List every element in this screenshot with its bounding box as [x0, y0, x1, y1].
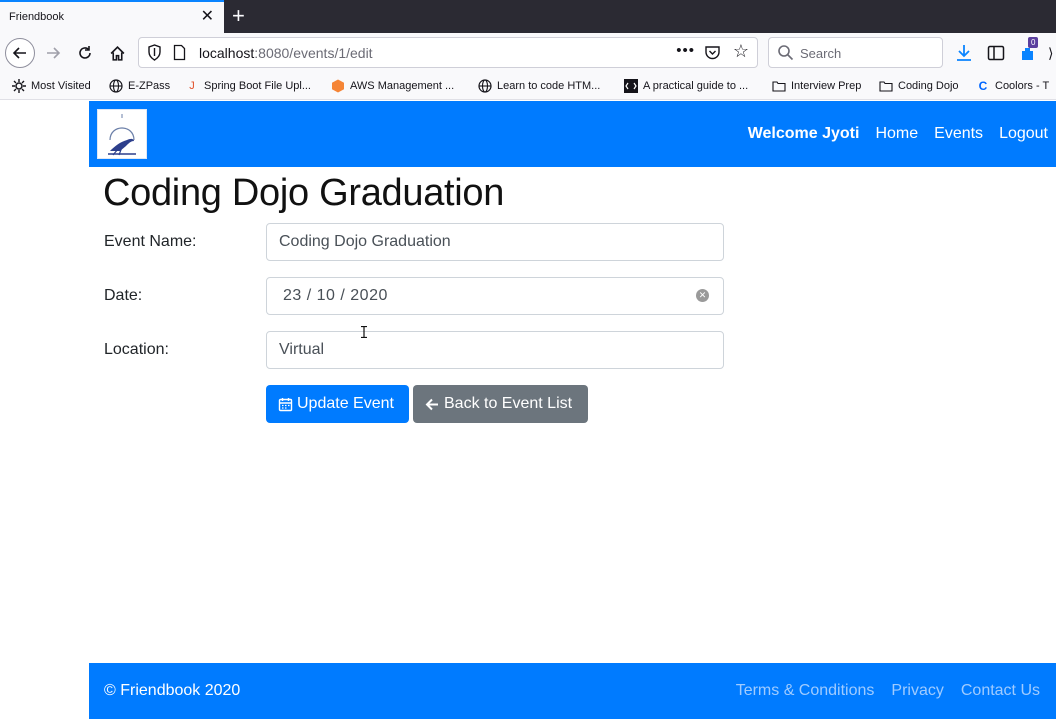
bookmark-label: E-ZPass — [128, 80, 171, 92]
tab-title: Friendbook — [9, 11, 65, 23]
home-icon — [110, 45, 124, 61]
arrow-left-icon — [12, 47, 26, 59]
folder-icon — [879, 81, 893, 92]
browser-toolbar: localhost:8080/events/1/edit ••• ☆ Searc… — [0, 33, 1056, 73]
url-text[interactable]: localhost:8080/events/1/edit — [199, 45, 373, 61]
sidebar-icon[interactable] — [986, 43, 1006, 63]
reload-icon — [79, 46, 91, 59]
bookmark-most-visited[interactable]: Most Visited — [12, 79, 91, 93]
footer-link-contact[interactable]: Contact Us — [961, 682, 1040, 700]
location-label: Location: — [104, 341, 169, 358]
folder-icon — [772, 81, 786, 92]
extension-badge: 0 — [1028, 37, 1039, 48]
back-button[interactable] — [5, 38, 35, 68]
event-name-input[interactable]: Coding Dojo Graduation — [266, 223, 724, 261]
url-host: localhost — [199, 45, 255, 61]
new-tab-icon[interactable]: + — [232, 4, 245, 28]
page-actions-icon[interactable]: ••• — [676, 42, 695, 59]
friendbook-logo[interactable] — [97, 109, 147, 159]
event-name-label: Event Name: — [104, 233, 197, 250]
footer-link-terms[interactable]: Terms & Conditions — [736, 682, 875, 700]
bookmark-ezpass[interactable]: E-ZPass — [109, 79, 170, 93]
bookmark-label: Spring Boot File Upl... — [204, 80, 311, 92]
app-nav-links: Welcome Jyoti Home Events Logout — [748, 125, 1048, 143]
date-value: 23 / 10 / 2020 — [283, 287, 388, 304]
bookmark-practical-guide[interactable]: A practical guide to ... — [624, 79, 748, 93]
bookmark-label: Most Visited — [31, 80, 91, 92]
tab-close-icon[interactable]: ✕ — [201, 8, 214, 26]
nav-link-home[interactable]: Home — [875, 125, 918, 143]
browser-tab[interactable]: Friendbook ✕ — [0, 0, 224, 33]
bookmark-label: Coolors - T — [995, 80, 1050, 92]
bookmark-coding-dojo[interactable]: Coding Dojo — [879, 79, 959, 93]
bookmark-label: Learn to code HTM... — [497, 80, 601, 92]
bookmarks-toolbar: Most Visited E-ZPass J Spring Boot File … — [0, 73, 1056, 100]
browser-tab-bar: Friendbook ✕ + — [0, 0, 1056, 33]
gear-icon — [12, 79, 26, 93]
page-icon[interactable] — [173, 44, 186, 61]
code-icon — [624, 79, 638, 93]
bookmark-label: Interview Prep — [791, 80, 862, 92]
welcome-text: Welcome Jyoti — [747, 125, 860, 142]
url-path: :8080/events/1/edit — [254, 45, 373, 61]
search-placeholder: Search — [800, 46, 842, 61]
location-input[interactable]: Virtual — [266, 331, 724, 369]
back-to-event-list-button[interactable]: Back to Event List — [413, 385, 588, 423]
date-label: Date: — [104, 287, 143, 304]
home-button[interactable] — [102, 38, 132, 68]
search-bar[interactable]: Search — [768, 37, 943, 68]
overflow-icon[interactable]: ⟩ — [1048, 45, 1053, 62]
download-icon[interactable] — [954, 43, 974, 63]
coolors-icon: C — [978, 79, 988, 93]
shield-icon[interactable] — [147, 44, 162, 61]
text-cursor-icon — [361, 326, 367, 338]
bookmark-label: AWS Management ... — [350, 80, 455, 92]
search-icon — [778, 45, 794, 61]
footer-link-privacy[interactable]: Privacy — [891, 682, 943, 700]
arrow-right-icon — [47, 47, 61, 59]
bookmark-learn-html[interactable]: Learn to code HTM... — [478, 79, 600, 93]
bookmark-star-icon[interactable]: ☆ — [733, 41, 749, 62]
web-page: Welcome Jyoti Home Events Logout Coding … — [0, 100, 1056, 719]
globe-icon — [478, 79, 492, 93]
globe-icon — [109, 79, 123, 93]
clear-date-icon[interactable]: ✕ — [696, 289, 709, 302]
forward-button[interactable] — [38, 38, 68, 68]
url-bar[interactable]: localhost:8080/events/1/edit ••• ☆ — [138, 37, 758, 68]
update-event-label: Update Event — [297, 395, 394, 412]
update-event-button[interactable]: Update Event — [266, 385, 409, 423]
aws-icon — [332, 79, 344, 93]
footer-copyright: © Friendbook 2020 — [104, 682, 241, 699]
pocket-icon[interactable] — [704, 44, 721, 61]
bookmark-label: Coding Dojo — [898, 80, 959, 92]
j-icon: J — [189, 80, 195, 92]
bookmark-aws[interactable]: AWS Management ... — [331, 79, 454, 93]
bookmark-coolors[interactable]: C Coolors - T — [976, 79, 1050, 93]
bookmark-interview-prep[interactable]: Interview Prep — [772, 79, 861, 93]
footer-links: Terms & Conditions Privacy Contact Us — [736, 682, 1040, 700]
bird-cage-logo-icon — [108, 114, 136, 156]
app-footer: © Friendbook 2020 Terms & Conditions Pri… — [89, 663, 1056, 719]
calendar-icon — [278, 397, 293, 411]
nav-link-logout[interactable]: Logout — [999, 125, 1048, 143]
bookmark-label: A practical guide to ... — [643, 80, 749, 92]
reload-button[interactable] — [70, 38, 100, 68]
date-input[interactable]: 23 / 10 / 2020 ✕ — [266, 277, 724, 315]
arrow-left-icon — [425, 398, 438, 410]
nav-link-events[interactable]: Events — [934, 125, 983, 143]
bookmark-spring-boot[interactable]: J Spring Boot File Upl... — [185, 79, 311, 93]
page-title: Coding Dojo Graduation — [103, 172, 505, 214]
back-to-event-list-label: Back to Event List — [444, 395, 573, 412]
app-navbar: Welcome Jyoti Home Events Logout — [89, 101, 1056, 167]
